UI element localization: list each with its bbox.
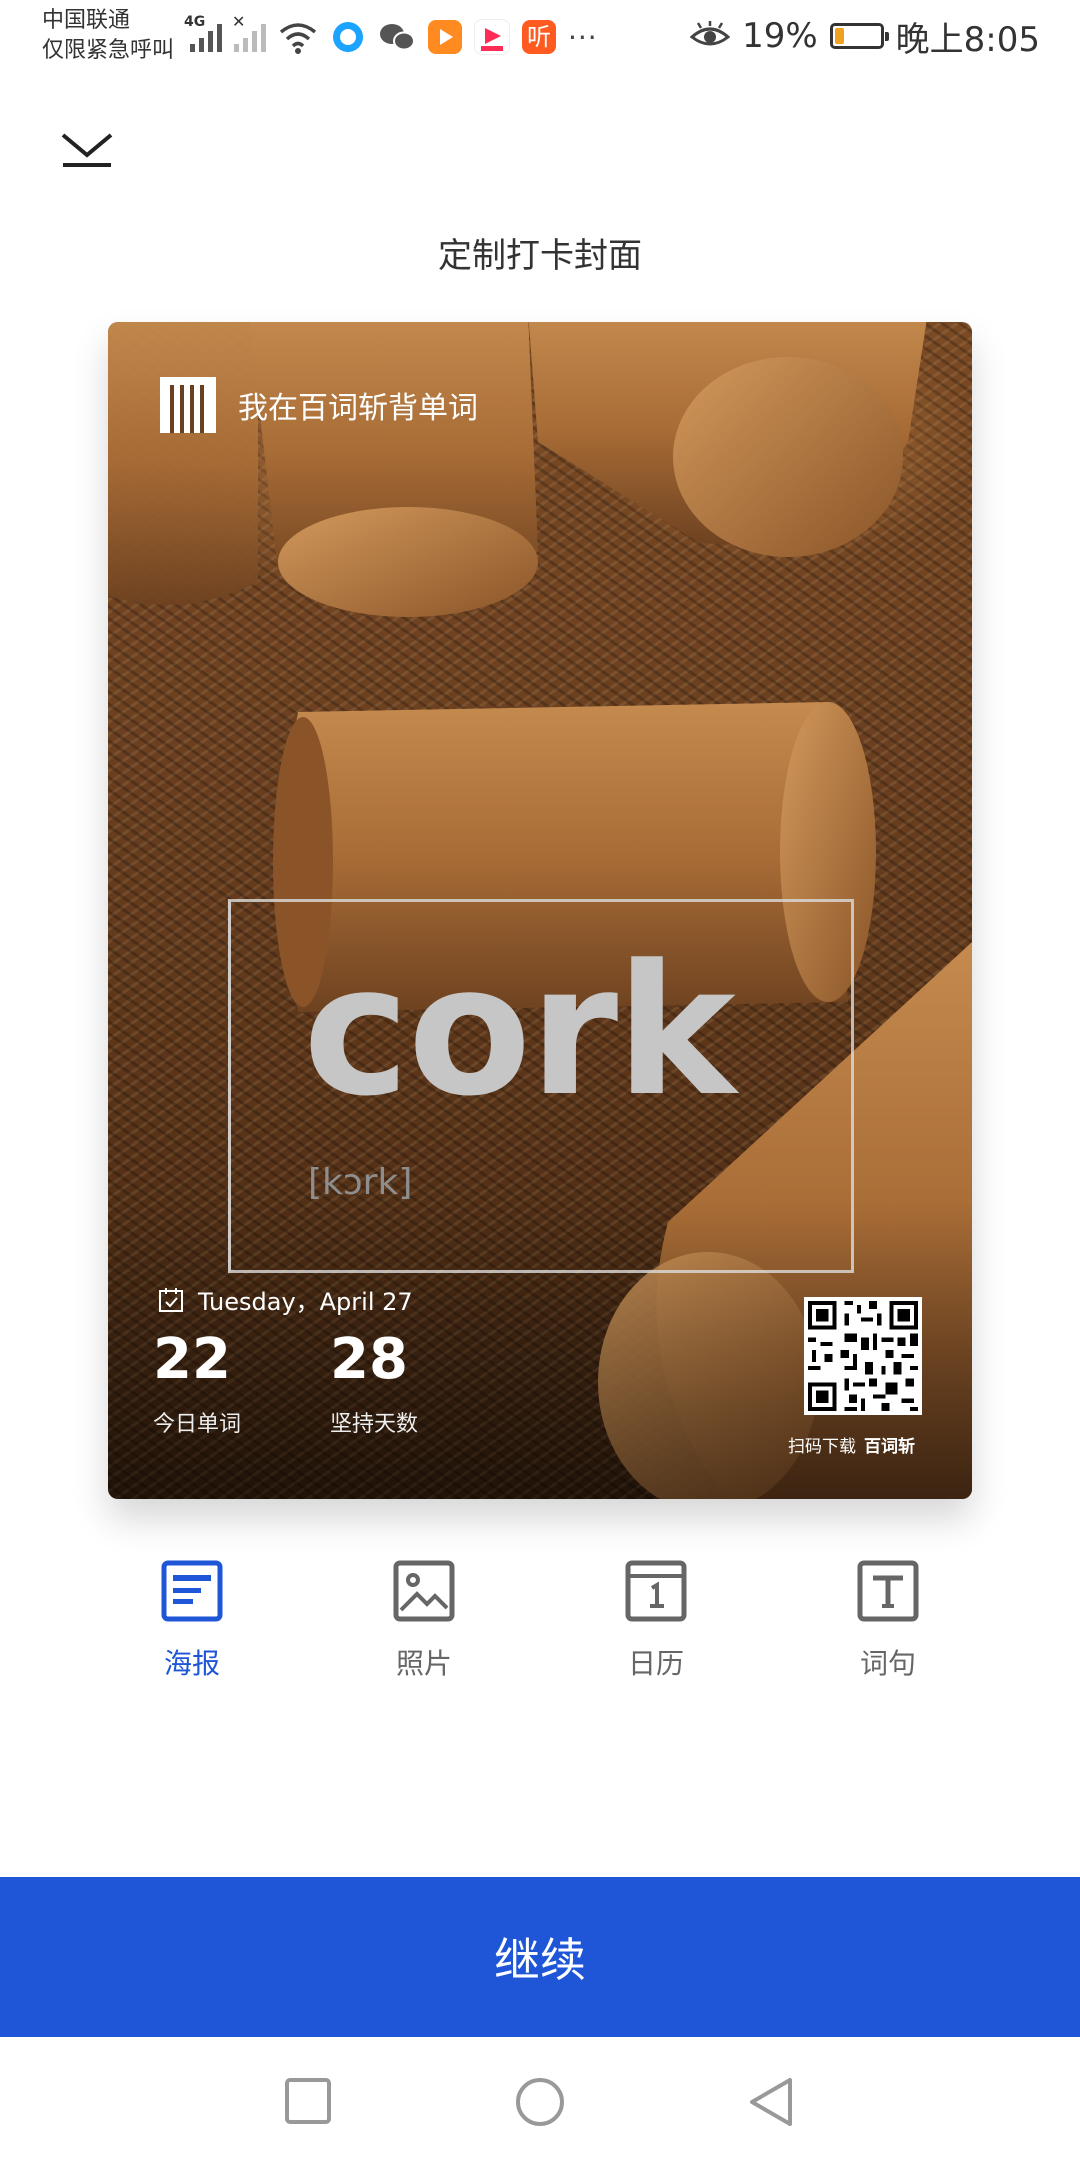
more-notifications-icon: ··· — [568, 20, 598, 54]
cover-preview-card: 我在百词斩背单词 cork [kɔrk] Tuesday，April 27 22… — [108, 322, 972, 1499]
square-icon — [285, 2078, 331, 2124]
chevron-down-icon — [61, 133, 113, 167]
stat-label: 坚持天数 — [330, 1412, 419, 1437]
carrier-info: 中国联通 仅限紧急呼叫 — [42, 6, 174, 66]
tab-label: 海报 — [163, 1647, 220, 1680]
signal-4g-icon: 4G — [184, 14, 222, 52]
vocab-word: cork — [303, 927, 736, 1136]
status-right: 19% 晚上8:05 — [690, 14, 1040, 60]
stat-label: 今日单词 — [153, 1412, 242, 1437]
stat-today-words: 22 今日单词 — [153, 1332, 241, 1438]
tab-calendar[interactable]: 日历 — [576, 1560, 736, 1682]
tab-quote[interactable]: 词句 — [808, 1560, 968, 1682]
continue-button[interactable]: 继续 — [0, 1877, 1080, 2037]
calendar-icon — [625, 1560, 687, 1622]
clock: 晚上8:05 — [895, 19, 1040, 60]
tab-label: 照片 — [395, 1647, 452, 1680]
stat-streak-days: 28 坚持天数 — [330, 1332, 418, 1438]
qr-brand-text: 百词斩 — [864, 1437, 915, 1457]
battery-icon — [829, 23, 889, 49]
tab-poster[interactable]: 海报 — [112, 1560, 272, 1682]
qr-code — [804, 1297, 922, 1415]
back-button[interactable] — [742, 2077, 802, 2127]
emergency-only-text: 仅限紧急呼叫 — [42, 38, 175, 63]
date-text: Tuesday，April 27 — [198, 1288, 413, 1316]
network-type: 4G — [184, 14, 206, 30]
status-bar: 中国联通 仅限紧急呼叫 4G ✕ 听 ··· 19% 晚上8:05 — [0, 0, 1080, 76]
baicizhan-logo-icon — [160, 377, 216, 433]
date-row: Tuesday，April 27 — [158, 1282, 413, 1317]
phonetic: [kɔrk] — [308, 1162, 413, 1203]
triangle-back-icon — [750, 2078, 792, 2126]
poster-icon — [161, 1560, 223, 1622]
circle-icon — [516, 2078, 564, 2126]
page-title: 定制打卡封面 — [438, 236, 642, 276]
brand-text: 我在百词斩背单词 — [238, 391, 478, 426]
tab-photo[interactable]: 照片 — [344, 1560, 504, 1682]
tab-label: 词句 — [859, 1647, 916, 1680]
calendar-check-icon — [159, 1287, 183, 1312]
wechat-icon — [380, 24, 415, 51]
eye-comfort-icon — [690, 21, 731, 46]
listen-app-icon: 听 — [522, 20, 556, 54]
photo-icon — [393, 1560, 455, 1622]
recent-apps-button[interactable] — [278, 2077, 338, 2127]
collapse-button[interactable] — [55, 125, 119, 175]
brand-header: 我在百词斩背单词 — [160, 377, 478, 433]
music-app-icon — [474, 19, 510, 55]
qr-caption-text: 扫码下载 — [788, 1437, 856, 1457]
tab-label: 日历 — [627, 1647, 684, 1680]
qr-caption: 扫码下载 百词斩 — [788, 1432, 915, 1457]
battery-percent: 19% — [742, 16, 818, 56]
video-app-icon — [428, 20, 462, 54]
system-nav-bar — [0, 2037, 1080, 2160]
signal-no-service-icon: ✕ — [232, 12, 266, 52]
text-icon — [857, 1560, 919, 1622]
wifi-icon — [279, 23, 317, 54]
app-notification-icon — [333, 22, 363, 52]
carrier-name: 中国联通 — [42, 8, 131, 33]
home-button[interactable] — [510, 2077, 570, 2127]
stat-value: 22 — [153, 1327, 231, 1392]
status-icons: 4G ✕ 听 ··· — [184, 12, 598, 62]
stat-value: 28 — [330, 1327, 408, 1392]
